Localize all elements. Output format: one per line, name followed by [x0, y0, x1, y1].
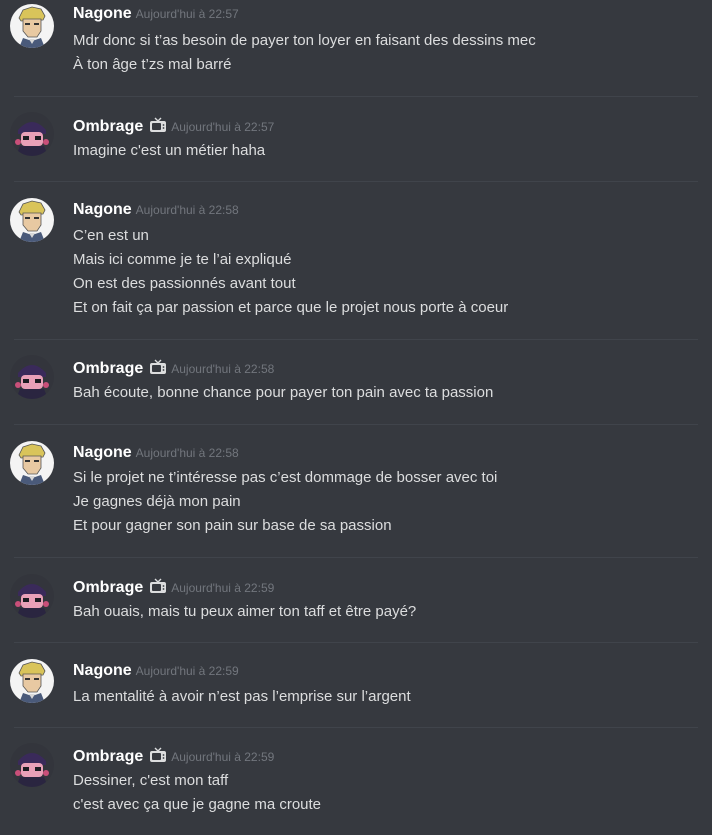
- tv-icon: [149, 359, 167, 375]
- message-author[interactable]: Ombrage: [73, 118, 143, 135]
- message-author[interactable]: Nagone: [73, 5, 132, 22]
- message-timestamp: Aujourd'hui à 22:57: [171, 120, 275, 134]
- message-divider: [14, 181, 698, 182]
- message-divider: [14, 424, 698, 425]
- message-timestamp: Aujourd'hui à 22:59: [135, 664, 239, 678]
- message-line: c'est avec ça que je gagne ma croute: [73, 796, 322, 813]
- message-line: Et pour gagner son pain sur base de sa p…: [73, 517, 392, 534]
- message-author[interactable]: Ombrage: [73, 748, 143, 765]
- nagone-avatar[interactable]: [10, 198, 54, 242]
- message-author[interactable]: Nagone: [73, 444, 132, 461]
- message-line: Dessiner, c'est mon taff: [73, 772, 229, 789]
- tv-icon: [149, 747, 167, 763]
- message-line: Mais ici comme je te l’ai expliqué: [73, 251, 292, 268]
- message-divider: [14, 339, 698, 340]
- message-author[interactable]: Ombrage: [73, 360, 143, 377]
- ombrage-avatar[interactable]: [10, 112, 54, 156]
- message-author[interactable]: Nagone: [73, 662, 132, 679]
- ombrage-avatar[interactable]: [10, 355, 54, 399]
- message-line: Bah ouais, mais tu peux aimer ton taff e…: [73, 603, 417, 620]
- chat-log: Nagone Aujourd'hui à 22:57 Mdr donc si t’…: [0, 0, 712, 835]
- message-divider: [14, 642, 698, 643]
- ombrage-avatar[interactable]: [10, 574, 54, 618]
- message-line: Imagine c'est un métier haha: [73, 142, 266, 159]
- tv-icon: [149, 117, 167, 133]
- message-divider: [14, 557, 698, 558]
- nagone-avatar[interactable]: [10, 659, 54, 703]
- nagone-avatar[interactable]: [10, 441, 54, 485]
- ombrage-avatar[interactable]: [10, 743, 54, 787]
- message-line: Je gagnes déjà mon pain: [73, 493, 241, 510]
- message-line: Bah écoute, bonne chance pour payer ton …: [73, 384, 494, 401]
- message-divider: [14, 727, 698, 728]
- message-line: On est des passionnés avant tout: [73, 275, 296, 292]
- message-line: À ton âge t’zs mal barré: [73, 56, 232, 73]
- message-timestamp: Aujourd'hui à 22:58: [135, 203, 239, 217]
- message-divider: [14, 96, 698, 97]
- message-line: C’en est un: [73, 227, 149, 244]
- message-author[interactable]: Ombrage: [73, 579, 143, 596]
- message-author[interactable]: Nagone: [73, 201, 132, 218]
- message-line: Et on fait ça par passion et parce que l…: [73, 299, 509, 316]
- message-timestamp: Aujourd'hui à 22:57: [135, 7, 239, 21]
- nagone-avatar[interactable]: [10, 4, 54, 48]
- tv-icon: [149, 578, 167, 594]
- message-timestamp: Aujourd'hui à 22:58: [135, 446, 239, 460]
- message-timestamp: Aujourd'hui à 22:59: [171, 750, 275, 764]
- message-line: Mdr donc si t’as besoin de payer ton loy…: [73, 32, 536, 49]
- message-line: Si le projet ne t’intéresse pas c’est do…: [73, 469, 498, 486]
- message-line: La mentalité à avoir n’est pas l’emprise…: [73, 688, 411, 705]
- message-timestamp: Aujourd'hui à 22:58: [171, 362, 275, 376]
- message-timestamp: Aujourd'hui à 22:59: [171, 581, 275, 595]
